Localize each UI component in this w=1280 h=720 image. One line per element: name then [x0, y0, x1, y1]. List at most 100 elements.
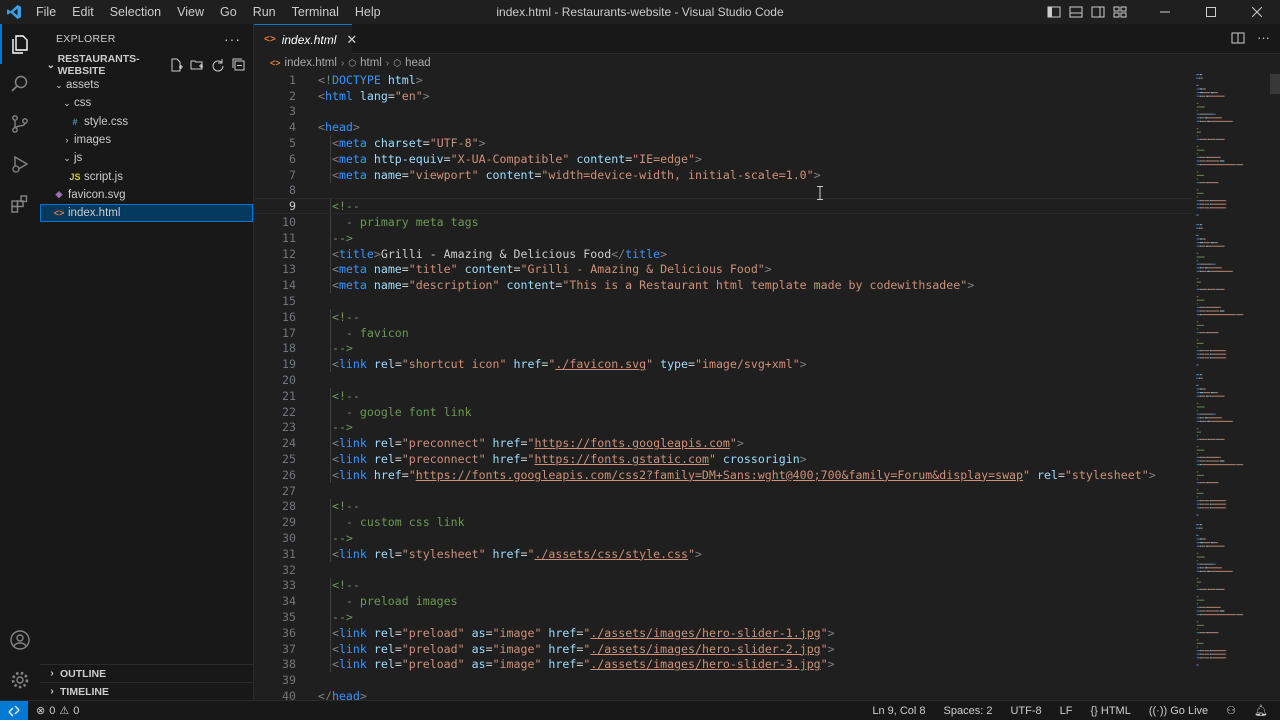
code-line[interactable]: 27: [254, 483, 1194, 499]
accounts-status-icon[interactable]: ⚇: [1226, 704, 1236, 717]
code-line[interactable]: 35 -->: [254, 609, 1194, 625]
code-line[interactable]: 40 </head>: [254, 688, 1194, 700]
code-line[interactable]: 28 <!--: [254, 498, 1194, 515]
code-line[interactable]: 7 <meta name="viewport" content="width=d…: [254, 166, 1194, 183]
code-line[interactable]: 15: [254, 293, 1194, 309]
code-line[interactable]: 26 <link href="https://fonts.googleapis.…: [254, 466, 1194, 483]
customize-layout-icon[interactable]: [1112, 4, 1128, 20]
new-folder-icon[interactable]: [189, 57, 205, 73]
end-of-line[interactable]: LF: [1060, 705, 1073, 717]
encoding[interactable]: UTF-8: [1010, 705, 1041, 717]
breadcrumb-html[interactable]: html: [360, 57, 382, 69]
code-editor[interactable]: 1 <!DOCTYPE html> 2 <html lang="en"> 3 4 <head…: [254, 72, 1194, 700]
menu-selection[interactable]: Selection: [102, 0, 169, 24]
vertical-scrollbar[interactable]: [1270, 72, 1280, 700]
menu-edit[interactable]: Edit: [64, 0, 102, 24]
outline-section[interactable]: › OUTLINE: [40, 664, 253, 682]
menu-go[interactable]: Go: [212, 0, 245, 24]
code-line[interactable]: 21 <!--: [254, 387, 1194, 404]
code-line[interactable]: 14 <meta name="description" content="Thi…: [254, 277, 1194, 294]
collapse-all-icon[interactable]: [231, 57, 247, 73]
code-line[interactable]: 17 - favicon: [254, 324, 1194, 341]
cursor-position[interactable]: Ln 9, Col 8: [872, 705, 925, 717]
code-line[interactable]: 16 <!--: [254, 308, 1194, 325]
workspace-section-header[interactable]: ⌄ RESTAURANTS-WEBSITE: [40, 53, 253, 77]
toggle-secondary-sidebar-icon[interactable]: [1090, 4, 1106, 20]
language-mode[interactable]: {} HTML: [1090, 705, 1130, 717]
code-line[interactable]: 33 <!--: [254, 577, 1194, 594]
extensions-icon[interactable]: [0, 184, 40, 224]
minimap[interactable]: [1194, 72, 1266, 700]
scrollbar-thumb[interactable]: [1270, 74, 1280, 94]
run-debug-icon[interactable]: [0, 144, 40, 184]
title-bar: File Edit Selection View Go Run Terminal Help i…: [0, 0, 1280, 24]
code-line[interactable]: 19 <link rel="shortcut icon" href="./fav…: [254, 356, 1194, 373]
code-line[interactable]: 11 -->: [254, 229, 1194, 246]
indentation[interactable]: Spaces: 2: [944, 705, 993, 717]
menu-help[interactable]: Help: [347, 0, 389, 24]
code-line[interactable]: 31 <link rel="stylesheet" href="./assets…: [254, 545, 1194, 562]
explorer-icon[interactable]: [0, 24, 40, 64]
code-line[interactable]: 25 <link rel="preconnect" href="https://…: [254, 451, 1194, 467]
breadcrumb-file[interactable]: index.html: [285, 57, 337, 69]
code-line[interactable]: 29 - custom css link: [254, 514, 1194, 531]
code-line[interactable]: 20: [254, 372, 1194, 388]
code-line[interactable]: 5 <meta charset="UTF-8">: [254, 135, 1194, 151]
new-file-icon[interactable]: [168, 57, 184, 73]
code-line[interactable]: 10 - primary meta tags: [254, 214, 1194, 230]
code-line[interactable]: 36 <link rel="preload" as="image" href="…: [254, 624, 1194, 641]
go-live-button[interactable]: ((·)) Go Live: [1149, 705, 1208, 717]
split-editor-icon[interactable]: [1231, 31, 1245, 48]
close-icon[interactable]: ✕: [346, 32, 357, 48]
code-line[interactable]: 22 - google font link: [254, 403, 1194, 420]
code-line[interactable]: 13 <meta name="title" content="Grilli - …: [254, 261, 1194, 278]
code-line[interactable]: 2 <html lang="en">: [254, 88, 1194, 104]
tree-item-js[interactable]: ⌄ js: [40, 149, 253, 167]
code-line[interactable]: 18 -->: [254, 340, 1194, 357]
code-line[interactable]: 32: [254, 562, 1194, 578]
code-line[interactable]: 34 - preload images: [254, 593, 1194, 610]
more-actions-icon[interactable]: ···: [1257, 31, 1270, 48]
code-line[interactable]: 30 -->: [254, 530, 1194, 546]
remote-icon[interactable]: [0, 700, 28, 720]
tree-item-favicon-svg[interactable]: ◈ favicon.svg: [40, 186, 253, 204]
notifications-bell-icon[interactable]: 🔔︎: [1254, 704, 1268, 717]
code-line[interactable]: 3: [254, 104, 1194, 120]
source-control-icon[interactable]: [0, 104, 40, 144]
tree-item-assets[interactable]: ⌄ assets: [40, 76, 253, 94]
code-line[interactable]: 24 <link rel="preconnect" href="https://…: [254, 435, 1194, 452]
tree-item-images[interactable]: › images: [40, 131, 253, 149]
tree-item-style-css[interactable]: # style.css: [40, 113, 253, 131]
toggle-primary-sidebar-icon[interactable]: [1046, 4, 1062, 20]
menu-terminal[interactable]: Terminal: [284, 0, 347, 24]
problems-indicator[interactable]: ⊗ 0 ⚠ 0: [28, 704, 79, 718]
tree-item-index-html[interactable]: <> index.html: [40, 204, 253, 223]
minimize-button[interactable]: [1142, 0, 1188, 24]
code-line[interactable]: 1 <!DOCTYPE html>: [254, 72, 1194, 88]
code-line[interactable]: 37 <link rel="preload" as="image" href="…: [254, 640, 1194, 657]
refresh-icon[interactable]: [210, 57, 226, 73]
tree-item-css[interactable]: ⌄ css: [40, 94, 253, 112]
code-line[interactable]: 4 <head>: [254, 119, 1194, 135]
code-line[interactable]: 38 <link rel="preload" as="image" href="…: [254, 656, 1194, 673]
close-window-button[interactable]: [1234, 0, 1280, 24]
manage-gear-icon[interactable]: [0, 660, 40, 700]
menu-run[interactable]: Run: [245, 0, 284, 24]
breadcrumb-head[interactable]: head: [405, 57, 431, 69]
accounts-icon[interactable]: [0, 620, 40, 660]
timeline-section[interactable]: › TIMELINE: [40, 682, 253, 700]
menu-view[interactable]: View: [169, 0, 212, 24]
code-line[interactable]: 39: [254, 672, 1194, 688]
tree-item-script-js[interactable]: JS script.js: [40, 167, 253, 185]
code-line[interactable]: 23 -->: [254, 419, 1194, 436]
search-icon[interactable]: [0, 64, 40, 104]
maximize-button[interactable]: [1188, 0, 1234, 24]
tab-index-html[interactable]: <> index.html ✕: [254, 24, 357, 54]
code-line[interactable]: 9 <!--: [254, 198, 1194, 215]
code-line[interactable]: 8: [254, 183, 1194, 199]
toggle-panel-icon[interactable]: [1068, 4, 1084, 20]
code-line[interactable]: 6 <meta http-equiv="X-UA-Compatible" con…: [254, 150, 1194, 167]
menu-file[interactable]: File: [28, 0, 64, 24]
more-actions-icon[interactable]: ···: [224, 31, 241, 47]
code-line[interactable]: 12 <title>Grilli - Amazing & Delicious F…: [254, 245, 1194, 262]
